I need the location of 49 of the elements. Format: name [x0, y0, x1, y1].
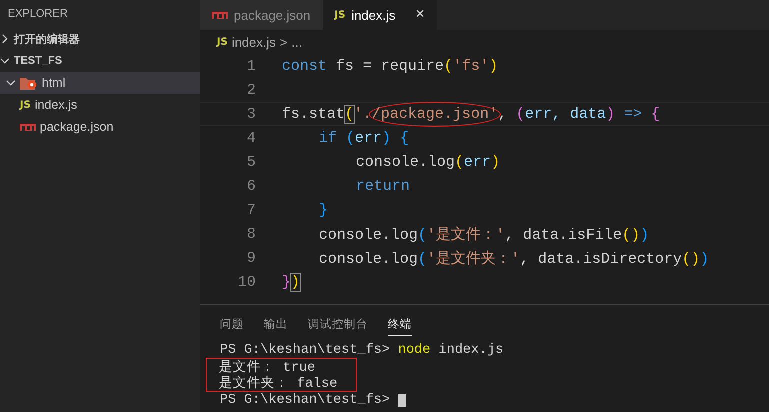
- code-line: const fs = require('fs'): [282, 58, 498, 74]
- line-number: 10: [236, 274, 257, 290]
- code-line: if (err) {: [319, 130, 410, 146]
- section-title: 打开的编辑器: [14, 32, 80, 46]
- tree-item[interactable]: JS index.js: [0, 94, 200, 116]
- tree-item-label: index.js: [34, 98, 78, 112]
- terminal-line: 是文件夹： false: [219, 374, 338, 392]
- editor-tab[interactable]: JS index.js ×: [322, 0, 437, 30]
- js-icon: JS: [20, 100, 31, 110]
- section-header[interactable]: TEST_FS: [0, 50, 200, 72]
- terminal-line: 是文件： true: [219, 358, 316, 376]
- line-number: 2: [246, 82, 257, 98]
- section-title: TEST_FS: [14, 55, 62, 67]
- code-line: return: [356, 178, 410, 194]
- panel-tab[interactable]: 调试控制台: [308, 317, 368, 336]
- folder-icon: [20, 76, 38, 90]
- line-number: 1: [246, 58, 257, 74]
- close-icon[interactable]: ×: [416, 6, 425, 24]
- line-number: 5: [246, 154, 257, 170]
- panel-tab[interactable]: 问题: [220, 317, 244, 336]
- code-line: console.log('是文件夹：', data.isDirectory()): [319, 250, 710, 268]
- editor-tab[interactable]: package.json: [200, 0, 323, 30]
- line-number: 4: [246, 130, 257, 146]
- js-icon: JS: [217, 36, 228, 48]
- terminal-line: PS G:\keshan\test_fs> node index.js: [220, 342, 504, 358]
- section-header[interactable]: 打开的编辑器: [0, 28, 200, 50]
- tree-item-label: html: [42, 76, 66, 90]
- line-number: 7: [246, 202, 257, 218]
- code-line: }): [282, 274, 300, 290]
- tree-item-label: package.json: [40, 120, 114, 134]
- code-line: console.log('是文件：', data.isFile()): [319, 226, 650, 244]
- breadcrumb-more[interactable]: ...: [292, 34, 302, 50]
- tree-item[interactable]: html: [0, 72, 200, 94]
- js-icon: JS: [334, 10, 346, 20]
- line-number: 9: [246, 250, 257, 266]
- npm-icon: [212, 12, 228, 18]
- line-number: 3: [246, 106, 257, 122]
- code-line: console.log(err): [356, 154, 500, 170]
- terminal-line: PS G:\keshan\test_fs>: [220, 392, 390, 408]
- breadcrumb-separator: >: [280, 34, 288, 50]
- tree-item[interactable]: package.json: [0, 116, 200, 138]
- npm-icon: [20, 124, 36, 130]
- line-number: 6: [246, 178, 257, 194]
- breadcrumb-file[interactable]: index.js: [232, 34, 276, 50]
- panel-tab[interactable]: 输出: [264, 317, 288, 336]
- panel-tab[interactable]: 终端: [388, 317, 412, 336]
- code-line: }: [319, 202, 328, 218]
- sidebar-title: EXPLORER: [7, 7, 69, 22]
- line-number: 8: [246, 226, 257, 242]
